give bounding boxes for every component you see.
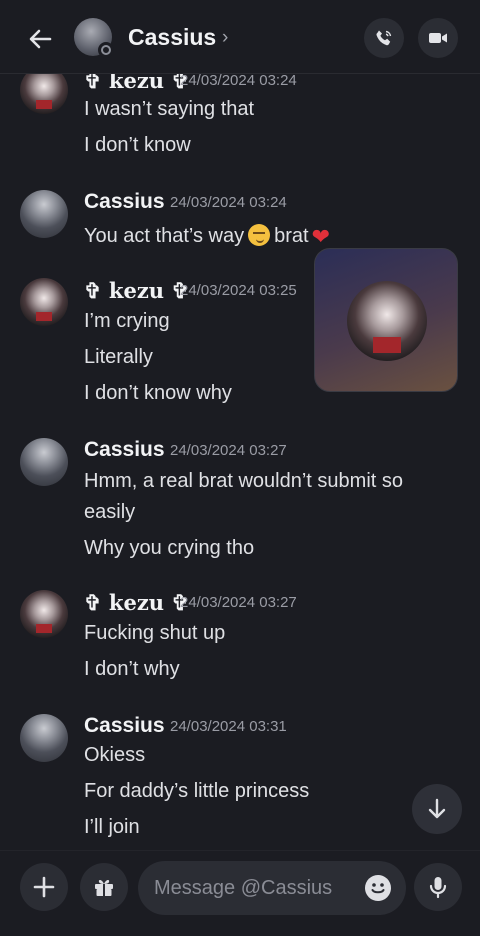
- avatar[interactable]: [20, 190, 68, 238]
- message-text: I’ll join: [84, 816, 140, 838]
- avatar[interactable]: [20, 278, 68, 326]
- message-text: Literally: [84, 346, 153, 368]
- message-author[interactable]: ✞ kezu ✞: [84, 278, 189, 303]
- message-text: I’m crying: [84, 310, 170, 332]
- chat-header: Cassius ›: [0, 0, 480, 74]
- message-text: Why you crying tho: [84, 537, 255, 559]
- message-author[interactable]: Cassius: [84, 190, 165, 214]
- message-text: Fucking shut up: [84, 622, 226, 644]
- chevron-right-icon[interactable]: ›: [222, 27, 228, 49]
- message-timestamp: 24/03/2024 03:31: [170, 718, 287, 735]
- message-text: Hmm, a real brat wouldn’t submit so: [84, 470, 404, 492]
- red-heart-emoji-icon: ❤: [311, 224, 331, 249]
- back-arrow-icon[interactable]: [24, 22, 58, 56]
- message-text-part: You act that’s way: [84, 225, 245, 247]
- message-timestamp: 24/03/2024 03:24: [180, 74, 297, 89]
- message-text: For daddy’s little princess: [84, 780, 310, 802]
- pip-avatar: [347, 281, 427, 361]
- message-text: I wasn’t saying that: [84, 98, 255, 120]
- avatar[interactable]: [20, 590, 68, 638]
- message-text: I don’t know: [84, 134, 191, 156]
- message-author[interactable]: Cassius: [84, 714, 165, 738]
- avatar[interactable]: [20, 74, 68, 114]
- avatar[interactable]: [20, 438, 68, 486]
- message-text: I don’t why: [84, 658, 180, 680]
- message-text: You act that’s way brat ❤: [84, 224, 330, 250]
- phone-icon: [376, 30, 392, 46]
- emoji-icon: [365, 875, 391, 901]
- message-text: easily: [84, 501, 136, 523]
- emoji-button[interactable]: [364, 874, 392, 902]
- message-text-part: brat: [274, 225, 309, 247]
- video-call-button[interactable]: [418, 18, 458, 58]
- message-text: Okiess: [84, 744, 146, 766]
- message-composer: [0, 850, 480, 936]
- message-timestamp: 24/03/2024 03:25: [180, 282, 297, 299]
- message-text: I don’t know why: [84, 382, 232, 404]
- message-timestamp: 24/03/2024 03:27: [170, 442, 287, 459]
- avatar[interactable]: [20, 714, 68, 762]
- message-input-container[interactable]: [138, 861, 406, 915]
- message-timestamp: 24/03/2024 03:27: [180, 594, 297, 611]
- video-camera-icon: [429, 33, 447, 43]
- header-username[interactable]: Cassius: [128, 24, 216, 51]
- arrow-down-icon: [428, 798, 446, 819]
- jump-to-latest-button[interactable]: [412, 784, 462, 834]
- message-timestamp: 24/03/2024 03:24: [170, 194, 287, 211]
- gift-icon: [95, 879, 113, 896]
- microphone-icon: [429, 877, 447, 899]
- call-pip-tile[interactable]: [314, 248, 458, 392]
- smirk-emoji-icon: [248, 224, 271, 246]
- message-author[interactable]: Cassius: [84, 438, 165, 462]
- voice-call-button[interactable]: [364, 18, 404, 58]
- status-indicator: [98, 42, 114, 58]
- message-author[interactable]: ✞ kezu ✞: [84, 590, 189, 615]
- message-input[interactable]: [154, 873, 354, 903]
- voice-message-button[interactable]: [414, 863, 462, 911]
- message-author[interactable]: ✞ kezu ✞: [84, 74, 189, 93]
- message-list[interactable]: ✞ kezu ✞ 24/03/2024 03:24 I wasn’t sayin…: [0, 74, 480, 850]
- gift-button[interactable]: [80, 863, 128, 911]
- plus-icon: [33, 876, 55, 898]
- add-attachment-button[interactable]: [20, 863, 68, 911]
